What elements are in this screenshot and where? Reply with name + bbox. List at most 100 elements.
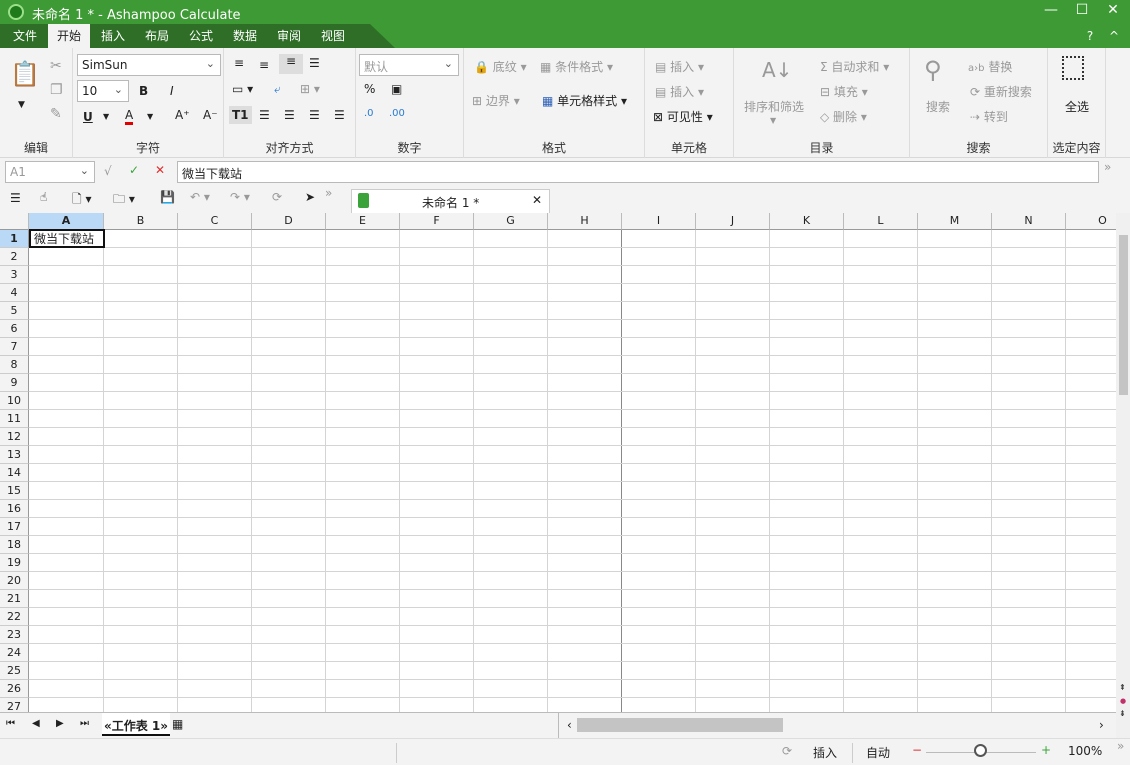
scroll-left-icon[interactable]: ‹	[567, 718, 572, 732]
hand-icon[interactable]: ☝	[40, 190, 47, 204]
font-color-dropdown-icon[interactable]: ▼	[147, 112, 153, 121]
collapse-ribbon-icon[interactable]: ^	[1104, 24, 1124, 48]
minimize-button[interactable]: —	[1038, 2, 1064, 22]
wrap-lines-icon[interactable]: ☰	[309, 56, 320, 70]
row-header-1[interactable]: 1	[0, 230, 29, 248]
sheet-tab[interactable]: «工作表 1»	[102, 713, 171, 736]
accept-icon[interactable]: ✓	[129, 163, 139, 177]
bold-button[interactable]: B	[139, 84, 148, 98]
scroll-up-icon[interactable]: ⇞	[1119, 683, 1126, 692]
select-all-corner[interactable]	[0, 213, 29, 230]
help-icon[interactable]: ?	[1080, 24, 1100, 48]
row-header-9[interactable]: 9	[0, 374, 29, 392]
row-header-20[interactable]: 20	[0, 572, 29, 590]
more-icon[interactable]: »	[325, 186, 332, 200]
menu-icon[interactable]: ☰	[10, 191, 21, 205]
repeat-icon[interactable]: ⟳	[272, 190, 282, 204]
column-header-G[interactable]: G	[474, 213, 548, 230]
row-header-21[interactable]: 21	[0, 590, 29, 608]
new-file-icon[interactable]: 🗋 ▾	[72, 190, 92, 211]
redo-icon[interactable]: ↷ ▾	[230, 190, 250, 204]
align-center-icon[interactable]: ☰	[284, 108, 295, 122]
tab-review[interactable]: 审阅	[268, 24, 310, 48]
font-color-button[interactable]: A	[125, 108, 134, 125]
font-name-select[interactable]: SimSun ⌄	[77, 54, 221, 76]
pointer-icon[interactable]: ➤	[305, 190, 315, 204]
row-header-19[interactable]: 19	[0, 554, 29, 572]
column-header-F[interactable]: F	[400, 213, 474, 230]
more-icon[interactable]: »	[1117, 739, 1124, 753]
border-button[interactable]: ⊞ 边界 ▾	[472, 92, 520, 109]
insert-row-button[interactable]: ▤ 插入 ▾	[655, 58, 704, 75]
tab-view[interactable]: 视图	[312, 24, 354, 48]
shrink-font-button[interactable]: A⁻	[203, 108, 218, 122]
column-header-O[interactable]: O	[1066, 213, 1116, 230]
open-file-icon[interactable]: 🗀 ▾	[113, 190, 135, 211]
conditional-format-button[interactable]: ▦ 条件格式 ▾	[540, 58, 613, 75]
sort-icon[interactable]: A↓	[762, 58, 792, 82]
row-header-7[interactable]: 7	[0, 338, 29, 356]
prev-sheet-icon[interactable]: ◀	[32, 718, 40, 729]
undo-icon[interactable]: ↶ ▾	[190, 190, 210, 204]
row-header-24[interactable]: 24	[0, 644, 29, 662]
tab-layout[interactable]: 布局	[136, 24, 178, 48]
align-bottom-icon[interactable]: ≡	[279, 54, 303, 74]
first-sheet-icon[interactable]: ⏮	[6, 718, 15, 729]
select-all-icon[interactable]	[1062, 56, 1084, 80]
column-header-I[interactable]: I	[622, 213, 696, 230]
row-header-8[interactable]: 8	[0, 356, 29, 374]
scroll-center-icon[interactable]: ●	[1120, 697, 1126, 705]
tab-formula[interactable]: 公式	[180, 24, 222, 48]
calc-mode[interactable]: 自动	[866, 744, 890, 761]
select-all-button[interactable]: 全选	[1065, 98, 1089, 115]
insert-mode[interactable]: 插入	[813, 744, 837, 761]
column-header-E[interactable]: E	[326, 213, 400, 230]
tab-data[interactable]: 数据	[224, 24, 266, 48]
visibility-button[interactable]: ⊠ 可见性 ▾	[653, 108, 713, 125]
text-direction-icon[interactable]: T1	[229, 106, 252, 124]
row-header-17[interactable]: 17	[0, 518, 29, 536]
search-button[interactable]: 搜索	[926, 98, 950, 115]
vertical-scrollbar[interactable]: ⇞ ● ⇟	[1116, 213, 1130, 738]
close-button[interactable]: ✕	[1100, 2, 1126, 22]
cancel-icon[interactable]: ✕	[155, 163, 165, 177]
zoom-slider-handle[interactable]	[974, 744, 987, 757]
column-header-N[interactable]: N	[992, 213, 1066, 230]
column-header-M[interactable]: M	[918, 213, 992, 230]
decrease-decimal-button[interactable]: .00	[389, 108, 405, 119]
row-header-27[interactable]: 27	[0, 698, 29, 712]
cut-icon[interactable]: ✂	[50, 58, 62, 74]
replace-button[interactable]: a›b 替换	[968, 58, 1012, 75]
goto-button[interactable]: ⇢ 转到	[970, 108, 1008, 125]
align-left-icon[interactable]: ☰	[259, 108, 270, 122]
format-painter-icon[interactable]: ✎	[50, 106, 62, 122]
insert-column-button[interactable]: ▤ 插入 ▾	[655, 83, 704, 100]
last-sheet-icon[interactable]: ⏭	[80, 718, 89, 729]
scroll-thumb[interactable]	[577, 718, 783, 732]
percent-button[interactable]: %	[364, 82, 375, 96]
cell-style-button[interactable]: ▦ 单元格样式 ▾	[542, 92, 627, 109]
shading-button[interactable]: 🔒 底纹 ▾	[474, 58, 527, 75]
horizontal-scrollbar[interactable]: ‹ ›	[558, 713, 1116, 738]
tab-file[interactable]: 文件	[4, 24, 46, 48]
row-header-12[interactable]: 12	[0, 428, 29, 446]
row-header-2[interactable]: 2	[0, 248, 29, 266]
row-header-16[interactable]: 16	[0, 500, 29, 518]
column-header-C[interactable]: C	[178, 213, 252, 230]
number-format-select[interactable]: 默认 ⌄	[359, 54, 459, 76]
row-header-6[interactable]: 6	[0, 320, 29, 338]
add-sheet-icon[interactable]: ▦	[172, 717, 183, 731]
row-header-4[interactable]: 4	[0, 284, 29, 302]
row-header-25[interactable]: 25	[0, 662, 29, 680]
cell-A1[interactable]: 微当下载站	[29, 229, 105, 248]
row-header-14[interactable]: 14	[0, 464, 29, 482]
formula-input[interactable]: 微当下载站	[177, 161, 1099, 183]
scroll-right-icon[interactable]: ›	[1099, 718, 1104, 732]
row-header-13[interactable]: 13	[0, 446, 29, 464]
cell-border-icon[interactable]: ▭ ▾	[232, 82, 253, 96]
expand-icon[interactable]: »	[1104, 160, 1111, 174]
scroll-down-icon[interactable]: ⇟	[1119, 709, 1126, 718]
grow-font-button[interactable]: A⁺	[175, 108, 190, 122]
copy-icon[interactable]: ❐	[50, 82, 63, 98]
tab-insert[interactable]: 插入	[92, 24, 134, 48]
